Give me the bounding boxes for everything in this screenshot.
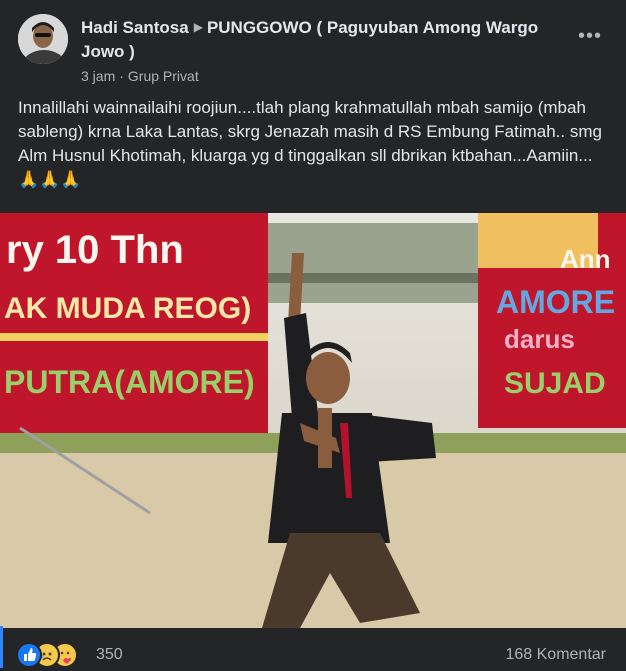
banner-left-line-1: ry 10 Thn (6, 228, 184, 272)
author-name[interactable]: Hadi Santosa (81, 18, 189, 37)
post-card: Hadi Santosa ▶ PUNGGOWO ( Paguyuban Among … (0, 0, 626, 668)
author-avatar[interactable] (18, 14, 68, 64)
banner-left-line-2: AK MUDA REOG) (4, 292, 251, 325)
meta-separator: · (119, 68, 124, 84)
banner-right-line-1: Ann (560, 244, 611, 274)
comments-link[interactable]: 168 Komentar (505, 646, 606, 664)
post-footer: 350 168 Komentar (0, 630, 626, 668)
caret-right-icon: ▶ (193, 20, 203, 34)
more-horizontal-icon: ••• (577, 25, 602, 47)
more-options-button[interactable]: ••• (576, 26, 604, 46)
post-photo[interactable]: ry 10 Thn AK MUDA REOG) PUTRA(AMORE) Ann… (0, 213, 626, 628)
post-time[interactable]: 3 jam (81, 68, 115, 84)
banner-right-line-4: SUJAD (504, 367, 606, 400)
post-privacy: Grup Privat (127, 68, 199, 84)
banner-left-line-3: PUTRA(AMORE) (4, 364, 255, 400)
reaction-count: 350 (96, 646, 123, 663)
photo-scene: ry 10 Thn AK MUDA REOG) PUTRA(AMORE) Ann… (0, 213, 626, 628)
banner-right-line-3: darus (504, 324, 575, 354)
like-icon (16, 642, 42, 668)
avatar-image (18, 14, 68, 64)
banner-right-line-2: AMORE (496, 284, 615, 320)
post-meta: 3 jam · Grup Privat (81, 68, 199, 84)
post-text: Innalillahi wainnailaihi roojiun....tlah… (18, 98, 602, 189)
post-header: Hadi Santosa ▶ PUNGGOWO ( Paguyuban Among … (18, 12, 612, 92)
author-line: Hadi Santosa ▶ PUNGGOWO ( Paguyuban Among … (81, 15, 551, 64)
banner-right: Ann AMORE darus SUJAD (478, 213, 626, 428)
